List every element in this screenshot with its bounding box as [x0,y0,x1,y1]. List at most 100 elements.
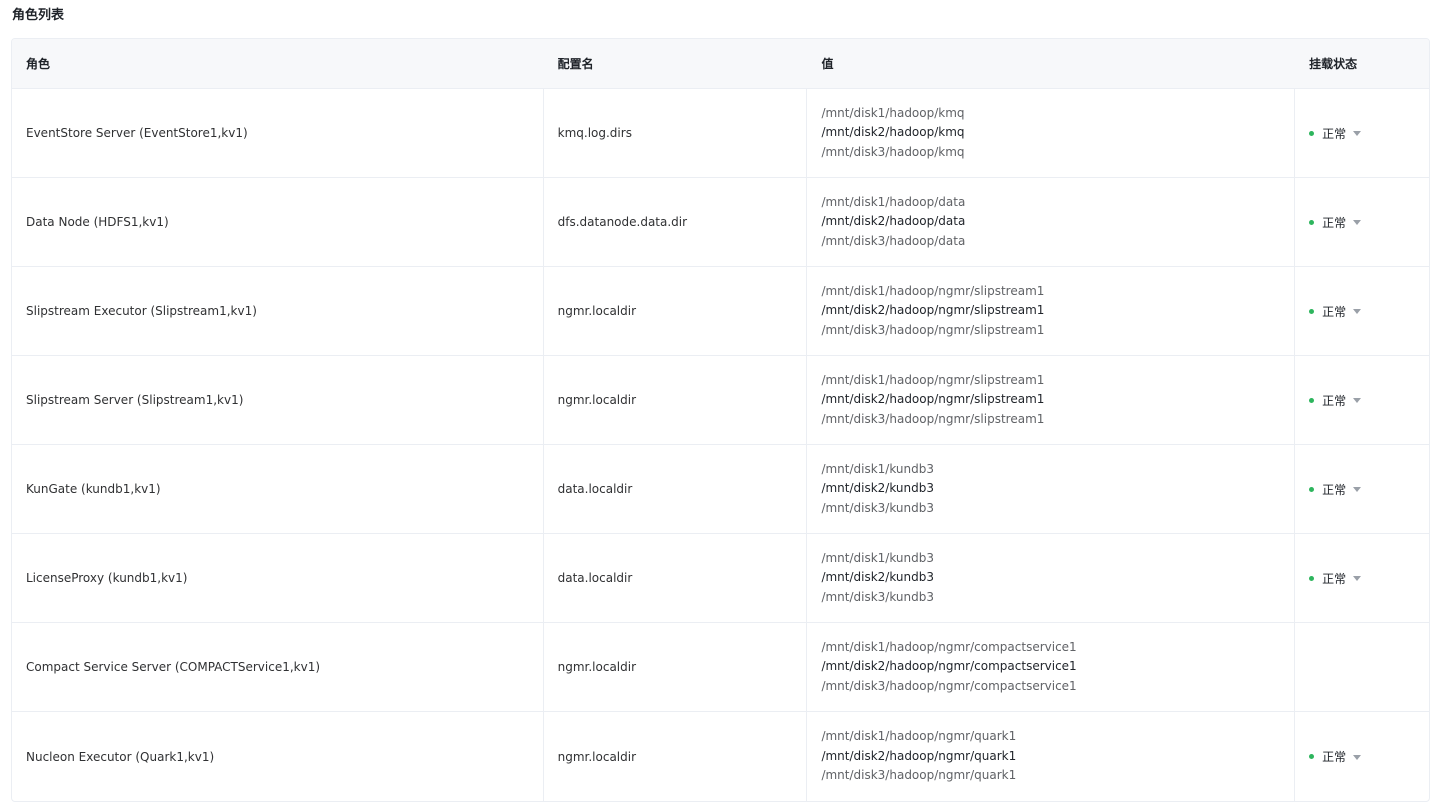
status-label[interactable]: 正常 [1322,481,1346,498]
value-path: /mnt/disk3/hadoop/kmq [821,144,965,159]
value-path-list: /mnt/disk1/hadoop/ngmr/slipstream1/mnt/d… [821,371,1044,430]
value-path: /mnt/disk2/hadoop/ngmr/compactservice1 [821,659,1077,674]
table-row: LicenseProxy (kundb1,kv1) data.localdir/m… [12,534,1429,623]
header-value: 值 [821,57,834,71]
value-path: /mnt/disk2/kundb3 [821,481,935,496]
cell-role: Slipstream Executor (Slipstream1,kv1) [12,267,544,355]
value-path: /mnt/disk2/hadoop/ngmr/quark1 [821,748,1017,763]
caret-down-icon[interactable] [1353,309,1362,314]
caret-down-icon[interactable] [1353,754,1362,760]
value-path: /mnt/disk1/hadoop/ngmr/quark1 [821,729,1017,744]
cell-role: LicenseProxy (kundb1,kv1) [12,534,544,622]
cell-config-name: ngmr.localdir [544,623,808,711]
green-dot-icon [1309,308,1315,314]
value-path: /mnt/disk3/hadoop/ngmr/slipstream1 [821,322,1045,337]
cell-value: /mnt/disk1/hadoop/kmq/mnt/disk2/hadoop/k… [807,89,1296,177]
green-dot-icon [1309,219,1315,225]
cell-config-name: ngmr.localdir [544,356,808,444]
cell-value: /mnt/disk1/kundb3/mnt/disk2/kundb3/mnt/d… [807,445,1296,533]
cell-config-name: ngmr.localdir [544,267,808,355]
value-path-list: /mnt/disk1/hadoop/data/mnt/disk2/hadoop/… [821,193,965,252]
table-row: EventStore Server (EventStore1,kv1) kmq.l… [12,89,1429,178]
cell-mount-status: 正常 [1295,178,1429,266]
cell-value: /mnt/disk1/hadoop/ngmr/slipstream1/mnt/d… [807,356,1296,444]
cell-config-name: ngmr.localdir [544,712,808,801]
table-row: Compact Service Server (COMPACTService1,… [12,623,1429,712]
value-path: /mnt/disk2/kundb3 [821,570,935,585]
cell-mount-status: 正常 [1295,534,1429,622]
caret-down-icon[interactable] [1353,487,1362,492]
green-dot-icon [1309,130,1315,136]
cell-role: KunGate (kundb1,kv1) [12,445,544,533]
cell-mount-status: 正常 [1295,89,1429,177]
value-path-list: /mnt/disk1/hadoop/kmq/mnt/disk2/hadoop/k… [821,104,964,163]
cell-config-name: dfs.datanode.data.dir [544,178,808,266]
green-dot-icon [1309,575,1315,581]
cell-value: /mnt/disk1/hadoop/ngmr/slipstream1/mnt/d… [807,267,1296,355]
value-path: /mnt/disk3/kundb3 [821,589,935,604]
value-path: /mnt/disk2/hadoop/ngmr/slipstream1 [821,392,1045,407]
value-path: /mnt/disk1/kundb3 [821,550,935,565]
cell-value: /mnt/disk1/hadoop/data/mnt/disk2/hadoop/… [807,178,1296,266]
caret-down-icon[interactable] [1353,398,1362,403]
status-label[interactable]: 正常 [1322,303,1346,320]
cell-value: /mnt/disk1/hadoop/ngmr/quark1/mnt/disk2/… [807,712,1296,801]
table-row: Data Node (HDFS1,kv1) dfs.datanode.data.d… [12,178,1429,267]
value-path: /mnt/disk3/hadoop/data [821,233,966,248]
green-dot-icon [1309,754,1315,759]
cell-config-name: data.localdir [544,534,808,622]
status-label[interactable]: 正常 [1322,125,1346,142]
value-path: /mnt/disk3/hadoop/ngmr/quark1 [821,768,1017,783]
status-label[interactable]: 正常 [1322,392,1346,409]
value-path-list: /mnt/disk1/kundb3/mnt/disk2/kundb3/mnt/d… [821,549,934,608]
cell-role: Data Node (HDFS1,kv1) [12,178,544,266]
value-path: /mnt/disk1/hadoop/data [821,194,966,209]
value-path: /mnt/disk3/hadoop/ngmr/compactservice1 [821,678,1077,693]
cell-mount-status: 正常 [1295,712,1429,801]
status-dropdown[interactable]: 正常 [1309,570,1362,587]
status-label[interactable]: 正常 [1322,214,1346,231]
status-dropdown[interactable]: 正常 [1309,214,1362,231]
value-path-list: /mnt/disk1/hadoop/ngmr/compactservice1/m… [821,638,1076,697]
cell-mount-status: 正常 [1295,356,1429,444]
caret-down-icon[interactable] [1353,131,1362,136]
table-row: Slipstream Executor (Slipstream1,kv1) ngm… [12,267,1429,356]
status-dropdown[interactable]: 正常 [1309,303,1362,320]
cell-role: EventStore Server (EventStore1,kv1) [12,89,544,177]
role-table: 角色 配置名 值 挂载状态 EventStore Server (EventSt… [11,38,1430,802]
value-path: /mnt/disk2/hadoop/data [821,214,966,229]
value-path: /mnt/disk1/hadoop/ngmr/slipstream1 [821,283,1045,298]
value-path-list: /mnt/disk1/hadoop/ngmr/slipstream1/mnt/d… [821,282,1044,341]
cell-config-name: data.localdir [544,445,808,533]
status-dropdown[interactable]: 正常 [1309,748,1362,765]
status-dropdown[interactable]: 正常 [1309,392,1362,409]
value-path-list: /mnt/disk1/hadoop/ngmr/quark1/mnt/disk2/… [821,727,1016,786]
table-row: Nucleon Executor (Quark1,kv1) ngmr.locald… [12,712,1429,801]
status-label[interactable]: 正常 [1322,748,1346,765]
table-header: 角色 配置名 值 挂载状态 [12,39,1429,89]
cell-role: Nucleon Executor (Quark1,kv1) [12,712,544,801]
status-label[interactable]: 正常 [1322,570,1346,587]
cell-role: Slipstream Server (Slipstream1,kv1) [12,356,544,444]
value-path: /mnt/disk1/hadoop/ngmr/compactservice1 [821,639,1077,654]
page-title: 角色列表 [12,8,65,23]
cell-mount-status: 正常 [1295,267,1429,355]
value-path: /mnt/disk3/kundb3 [821,500,935,515]
cell-role: Compact Service Server (COMPACTService1,… [12,623,544,711]
caret-down-icon[interactable] [1353,576,1362,581]
cell-value: /mnt/disk1/kundb3/mnt/disk2/kundb3/mnt/d… [807,534,1296,622]
value-path: /mnt/disk1/hadoop/kmq [821,105,965,120]
header-mount-status: 挂载状态 [1309,57,1358,71]
value-path-list: /mnt/disk1/kundb3/mnt/disk2/kundb3/mnt/d… [821,460,934,519]
status-dropdown[interactable]: 正常 [1309,481,1362,498]
header-role: 角色 [26,57,51,71]
cell-mount-status: 正常 [1295,445,1429,533]
cell-config-name: kmq.log.dirs [544,89,808,177]
table-row: Slipstream Server (Slipstream1,kv1) ngmr.… [12,356,1429,445]
value-path: /mnt/disk2/hadoop/ngmr/slipstream1 [821,303,1045,318]
value-path: /mnt/disk3/hadoop/ngmr/slipstream1 [821,411,1045,426]
caret-down-icon[interactable] [1353,220,1362,225]
value-path: /mnt/disk1/kundb3 [821,461,935,476]
status-dropdown[interactable]: 正常 [1309,125,1362,142]
green-dot-icon [1309,486,1315,492]
